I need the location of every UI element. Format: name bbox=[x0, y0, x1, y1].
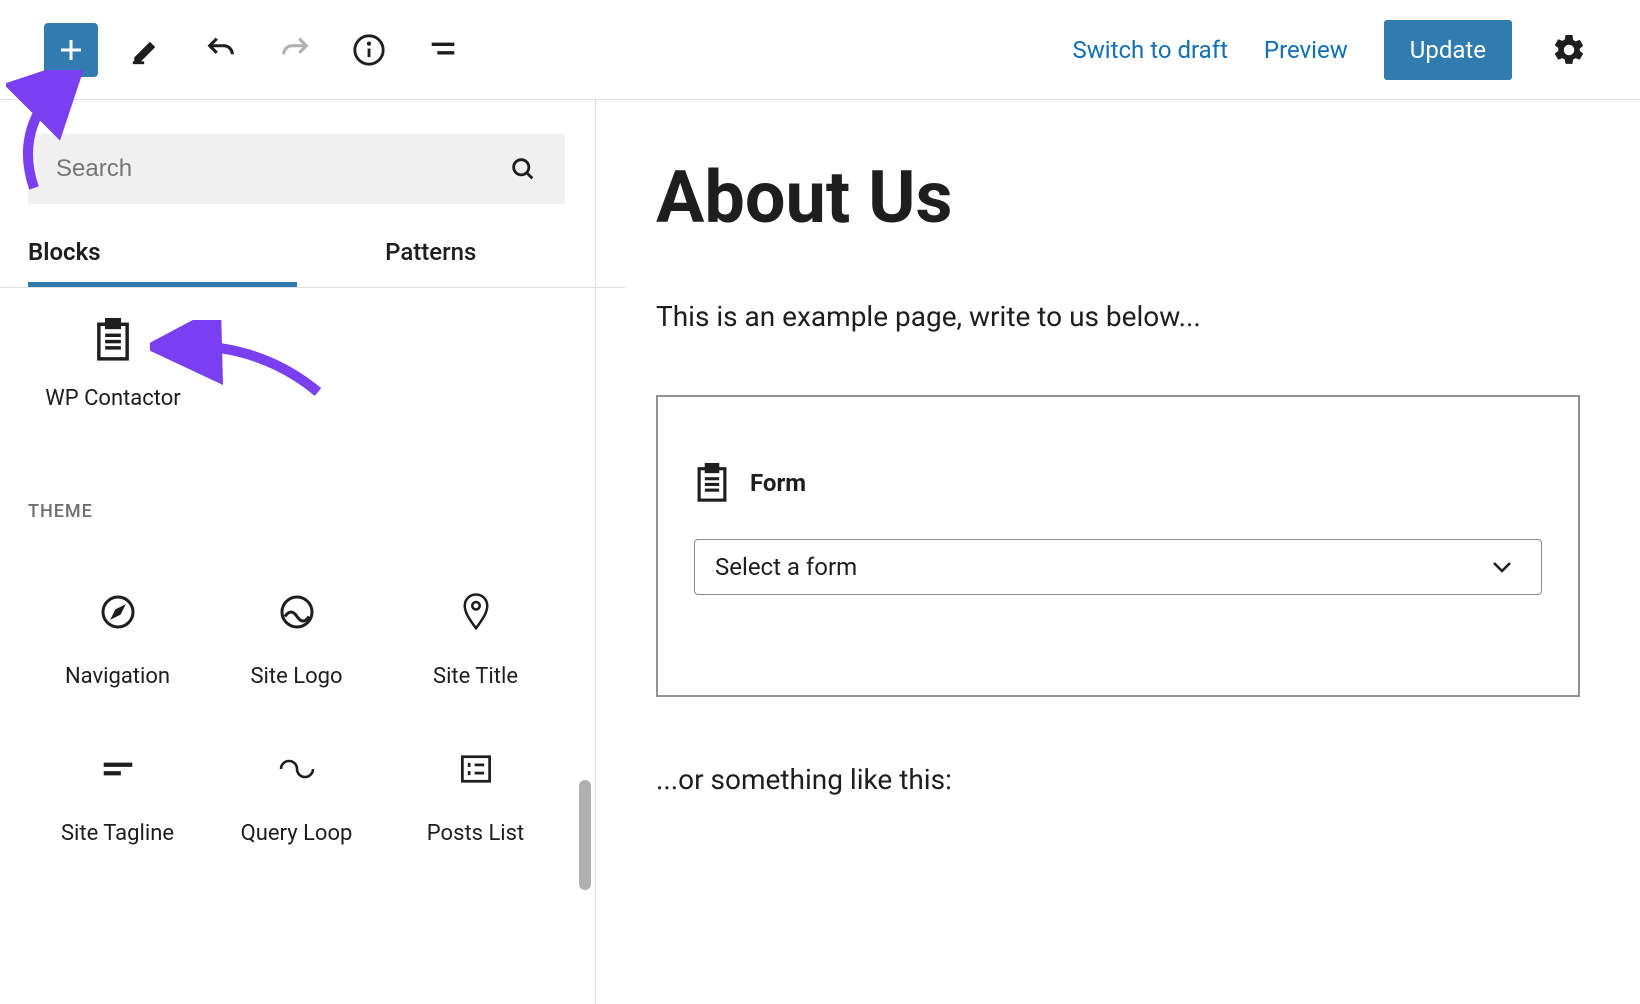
sidebar-scrollbar[interactable] bbox=[579, 780, 591, 890]
search-icon bbox=[509, 155, 537, 183]
form-block-header: Form bbox=[694, 463, 1542, 503]
editor-canvas[interactable]: About Us This is an example page, write … bbox=[596, 100, 1640, 1004]
block-item-posts-list[interactable]: Posts List bbox=[386, 749, 565, 846]
compass-icon bbox=[100, 594, 136, 630]
switch-to-draft-button[interactable]: Switch to draft bbox=[1073, 36, 1228, 64]
block-label: Posts List bbox=[386, 821, 565, 846]
edit-tool-button[interactable] bbox=[122, 25, 172, 75]
form-block-placeholder[interactable]: Form Select a form bbox=[656, 395, 1580, 697]
undo-button[interactable] bbox=[196, 25, 246, 75]
clipboard-icon bbox=[93, 318, 133, 362]
tagline-icon bbox=[100, 759, 136, 779]
update-button[interactable]: Update bbox=[1384, 20, 1512, 80]
workspace: Blocks Patterns WP Contactor THEME Navig… bbox=[0, 100, 1640, 1004]
page-title[interactable]: About Us bbox=[656, 160, 1580, 236]
plus-icon bbox=[56, 35, 86, 65]
block-item-site-title[interactable]: Site Title bbox=[386, 592, 565, 689]
redo-icon bbox=[278, 33, 312, 67]
add-block-button[interactable] bbox=[44, 23, 98, 77]
info-icon bbox=[352, 33, 386, 67]
block-item-site-tagline[interactable]: Site Tagline bbox=[28, 749, 207, 846]
form-select[interactable]: Select a form bbox=[694, 539, 1542, 595]
loop-icon bbox=[277, 757, 317, 781]
theme-section-heading: THEME bbox=[28, 501, 565, 522]
block-label: Site Logo bbox=[207, 664, 386, 689]
theme-blocks-grid: Navigation Site Logo Site Title Site Tag… bbox=[28, 592, 565, 846]
map-pin-icon bbox=[461, 593, 491, 631]
block-item-site-logo[interactable]: Site Logo bbox=[207, 592, 386, 689]
redo-button bbox=[270, 25, 320, 75]
block-label: WP Contactor bbox=[28, 386, 198, 411]
clipboard-icon bbox=[694, 463, 730, 503]
site-logo-icon bbox=[279, 594, 315, 630]
tab-patterns[interactable]: Patterns bbox=[297, 222, 566, 287]
block-item-wp-contactor[interactable]: WP Contactor bbox=[28, 318, 198, 411]
list-view-button[interactable] bbox=[418, 25, 468, 75]
pencil-icon bbox=[130, 33, 164, 67]
chevron-down-icon bbox=[1491, 560, 1513, 574]
tab-blocks[interactable]: Blocks bbox=[28, 222, 297, 287]
list-view-icon bbox=[426, 33, 460, 67]
topbar: Switch to draft Preview Update bbox=[0, 0, 1640, 100]
settings-button[interactable] bbox=[1548, 29, 1590, 71]
inserter-tabs: Blocks Patterns bbox=[28, 222, 565, 287]
form-block-title: Form bbox=[750, 469, 806, 497]
block-label: Navigation bbox=[28, 664, 207, 689]
preview-button[interactable]: Preview bbox=[1264, 36, 1348, 64]
block-label: Site Title bbox=[386, 664, 565, 689]
block-item-query-loop[interactable]: Query Loop bbox=[207, 749, 386, 846]
block-inserter-sidebar: Blocks Patterns WP Contactor THEME Navig… bbox=[0, 100, 596, 1004]
topbar-left bbox=[44, 23, 468, 77]
paragraph-block[interactable]: ...or something like this: bbox=[656, 763, 1580, 796]
gear-icon bbox=[1551, 32, 1587, 68]
search-input[interactable] bbox=[56, 155, 509, 183]
block-label: Query Loop bbox=[207, 821, 386, 846]
info-button[interactable] bbox=[344, 25, 394, 75]
search-box[interactable] bbox=[28, 134, 565, 204]
undo-icon bbox=[204, 33, 238, 67]
topbar-right: Switch to draft Preview Update bbox=[1073, 20, 1591, 80]
block-label: Site Tagline bbox=[28, 821, 207, 846]
block-item-navigation[interactable]: Navigation bbox=[28, 592, 207, 689]
posts-list-icon bbox=[459, 754, 493, 784]
paragraph-block[interactable]: This is an example page, write to us bel… bbox=[656, 300, 1580, 333]
form-select-value: Select a form bbox=[715, 553, 857, 581]
